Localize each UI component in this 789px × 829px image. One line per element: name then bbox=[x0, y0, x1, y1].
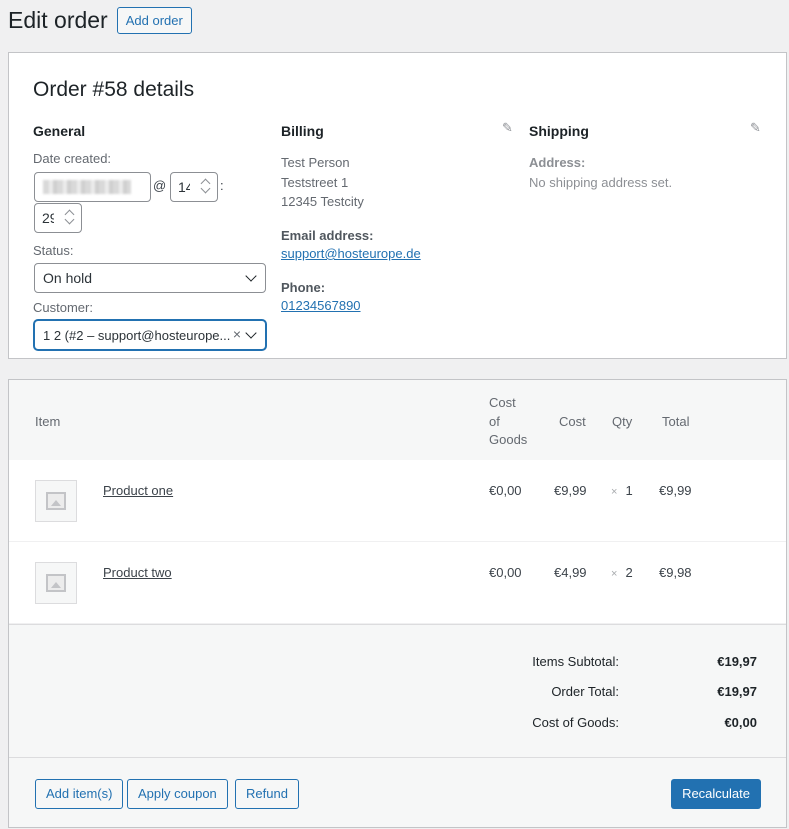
billing-email-link[interactable]: support@hosteurope.de bbox=[281, 244, 421, 264]
row-cost-of-goods: €0,00 bbox=[489, 565, 522, 580]
column-qty: Qty bbox=[612, 414, 633, 429]
status-label: Status: bbox=[33, 243, 74, 258]
page-heading: Edit order Add order bbox=[8, 5, 192, 35]
product-link[interactable]: Product one bbox=[103, 483, 173, 498]
shipping-heading: Shipping bbox=[529, 123, 589, 139]
edit-shipping-pencil-icon[interactable]: ✎ bbox=[750, 121, 764, 135]
time-colon: : bbox=[220, 178, 224, 193]
order-total-label: Order Total: bbox=[551, 684, 619, 699]
column-total: Total bbox=[662, 414, 690, 429]
column-cost: Cost bbox=[559, 414, 586, 429]
customer-clear-icon[interactable]: × bbox=[233, 326, 241, 342]
cost-of-goods-value: €0,00 bbox=[724, 715, 757, 730]
items-subtotal-value: €19,97 bbox=[717, 654, 757, 669]
hour-value: 14 bbox=[178, 179, 190, 195]
minute-input[interactable]: 29 bbox=[34, 203, 82, 233]
minute-value: 29 bbox=[42, 210, 54, 226]
billing-name: Test Person bbox=[281, 155, 350, 170]
product-image-placeholder-icon bbox=[35, 562, 77, 604]
status-value: On hold bbox=[43, 270, 93, 286]
date-created-input[interactable] bbox=[34, 172, 151, 202]
order-details-panel: Order #58 details General Date created: … bbox=[8, 52, 787, 359]
billing-email-label: Email address: bbox=[281, 228, 374, 243]
date-created-label: Date created: bbox=[33, 151, 112, 166]
items-table-header: Item Cost of Goods Cost Qty Total bbox=[9, 380, 786, 460]
row-qty: × 1 bbox=[611, 483, 633, 498]
cost-of-goods-label: Cost of Goods: bbox=[532, 715, 619, 730]
customer-label: Customer: bbox=[33, 300, 93, 315]
row-qty: × 2 bbox=[611, 565, 633, 580]
refund-button[interactable]: Refund bbox=[235, 779, 299, 809]
column-cost-of-goods-line1: Cost bbox=[489, 395, 516, 410]
row-cost: €4,99 bbox=[554, 565, 587, 580]
row-cost: €9,99 bbox=[554, 483, 587, 498]
column-cost-of-goods-line2: of bbox=[489, 414, 500, 429]
row-total: €9,99 bbox=[659, 483, 692, 498]
shipping-address-label: Address: bbox=[529, 155, 586, 170]
row-total: €9,98 bbox=[659, 565, 692, 580]
items-subtotal-label: Items Subtotal: bbox=[532, 654, 619, 669]
billing-phone-label: Phone: bbox=[281, 280, 326, 295]
billing-heading: Billing bbox=[281, 123, 324, 139]
order-title: Order #58 details bbox=[33, 78, 195, 101]
product-link[interactable]: Product two bbox=[103, 565, 172, 580]
shipping-address-value: No shipping address set. bbox=[529, 175, 673, 190]
customer-select[interactable]: 1 2 (#2 – support@hosteurope... × bbox=[34, 320, 266, 350]
order-totals: Items Subtotal: €19,97 Order Total: €19,… bbox=[9, 624, 786, 758]
apply-coupon-button[interactable]: Apply coupon bbox=[127, 779, 228, 809]
recalculate-button[interactable]: Recalculate bbox=[671, 779, 761, 809]
status-select[interactable]: On hold bbox=[34, 263, 266, 293]
column-cost-of-goods-line3: Goods bbox=[489, 432, 528, 447]
table-row: Product two €0,00 €4,99 × 2 €9,98 bbox=[9, 542, 786, 624]
at-symbol: @ bbox=[153, 178, 167, 193]
order-total-value: €19,97 bbox=[717, 684, 757, 699]
edit-billing-pencil-icon[interactable]: ✎ bbox=[502, 121, 516, 135]
hour-spinner-icon[interactable] bbox=[201, 178, 211, 196]
billing-city: 12345 Testcity bbox=[281, 194, 364, 209]
minute-spinner-icon[interactable] bbox=[65, 209, 75, 227]
page-title: Edit order bbox=[8, 7, 108, 33]
hour-input[interactable]: 14 bbox=[170, 172, 218, 202]
add-order-button[interactable]: Add order bbox=[116, 6, 192, 34]
row-cost-of-goods: €0,00 bbox=[489, 483, 522, 498]
date-value-redacted bbox=[43, 180, 131, 194]
product-image-placeholder-icon bbox=[35, 480, 77, 522]
add-items-button[interactable]: Add item(s) bbox=[35, 779, 124, 809]
billing-phone-link[interactable]: 01234567890 bbox=[281, 296, 361, 316]
column-item: Item bbox=[35, 414, 61, 429]
order-actions-bar: Add item(s) Apply coupon Refund Recalcul… bbox=[9, 757, 786, 827]
general-heading: General bbox=[33, 123, 86, 139]
order-items-panel: Item Cost of Goods Cost Qty Total Produc… bbox=[8, 379, 787, 828]
billing-street: Teststreet 1 bbox=[281, 175, 349, 190]
chevron-down-icon bbox=[245, 270, 257, 282]
table-row: Product one €0,00 €9,99 × 1 €9,99 bbox=[9, 460, 786, 542]
chevron-down-icon bbox=[245, 327, 257, 339]
customer-value: 1 2 (#2 – support@hosteurope... bbox=[43, 327, 231, 343]
